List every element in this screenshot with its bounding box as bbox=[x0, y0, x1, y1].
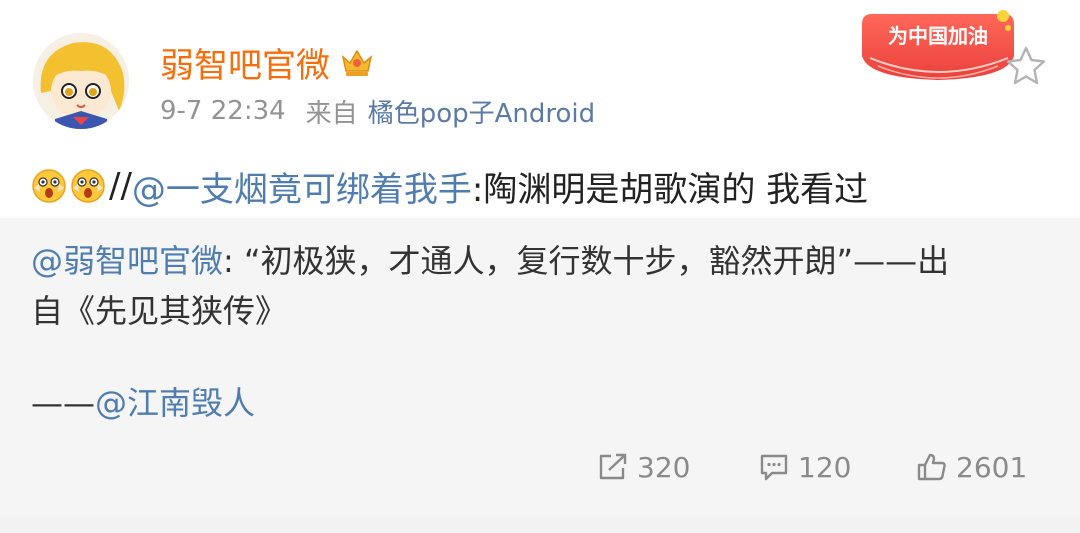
avatar[interactable] bbox=[33, 33, 129, 129]
badge-text: 为中国加油 bbox=[888, 24, 988, 48]
like-button[interactable]: 2601 bbox=[916, 447, 1027, 487]
author-name[interactable]: 弱智吧官微 bbox=[160, 38, 330, 87]
shocked-face-icon bbox=[70, 168, 106, 204]
author-row: 弱智吧官微 bbox=[160, 38, 374, 86]
weibo-post: 弱智吧官微 9-7 22:34 来自 橘色pop子Android 为中国加油 /… bbox=[0, 0, 1080, 533]
repost-separator: // bbox=[109, 166, 132, 206]
crown-badge-icon[interactable] bbox=[340, 45, 374, 79]
repost-content: // @一支烟竟可绑着我手 :陶渊明是胡歌演的 我看过 bbox=[31, 158, 868, 214]
repost-text: :陶渊明是胡歌演的 我看过 bbox=[471, 169, 869, 210]
china-cheer-badge[interactable]: 为中国加油 bbox=[858, 6, 1018, 88]
feed-divider bbox=[0, 516, 1080, 533]
favorite-star-icon[interactable] bbox=[1004, 45, 1048, 87]
quoted-line-1-text: : “初极狭，才通人，复行数十步，豁然开朗”——出 bbox=[223, 242, 950, 280]
quoted-line-1: @弱智吧官微: “初极狭，才通人，复行数十步，豁然开朗”——出 bbox=[31, 236, 1041, 286]
like-count: 2601 bbox=[956, 450, 1028, 484]
comment-icon bbox=[760, 454, 788, 481]
signature-mention-link[interactable]: @江南毁人 bbox=[95, 384, 255, 422]
repost-count: 320 bbox=[637, 450, 691, 484]
avatar-cartoon-girl-icon bbox=[33, 33, 129, 129]
repost-button[interactable]: 320 bbox=[597, 447, 690, 487]
quoted-line-2: 自《先见其狭传》 bbox=[31, 292, 288, 330]
repost-icon bbox=[599, 453, 627, 480]
source-from-label: 来自 bbox=[305, 98, 358, 129]
source-client-link[interactable]: 橘色pop子Android bbox=[368, 93, 595, 130]
comment-button[interactable]: 120 bbox=[758, 447, 851, 487]
repost-mention-link[interactable]: @一支烟竟可绑着我手 bbox=[132, 162, 472, 211]
thumbs-up-icon bbox=[917, 453, 946, 481]
post-time: 9-7 22:34 bbox=[160, 96, 286, 126]
post-meta: 9-7 22:34 来自 橘色pop子Android bbox=[160, 92, 595, 130]
signature-prefix: —— bbox=[31, 384, 95, 422]
quoted-author-mention[interactable]: @弱智吧官微 bbox=[31, 242, 223, 280]
quoted-text: @弱智吧官微: “初极狭，才通人，复行数十步，豁然开朗”——出 自《先见其狭传》 bbox=[31, 236, 1041, 336]
comment-count: 120 bbox=[798, 450, 852, 484]
shocked-face-icon bbox=[31, 168, 67, 204]
quoted-signature: ——@江南毁人 bbox=[31, 378, 255, 428]
